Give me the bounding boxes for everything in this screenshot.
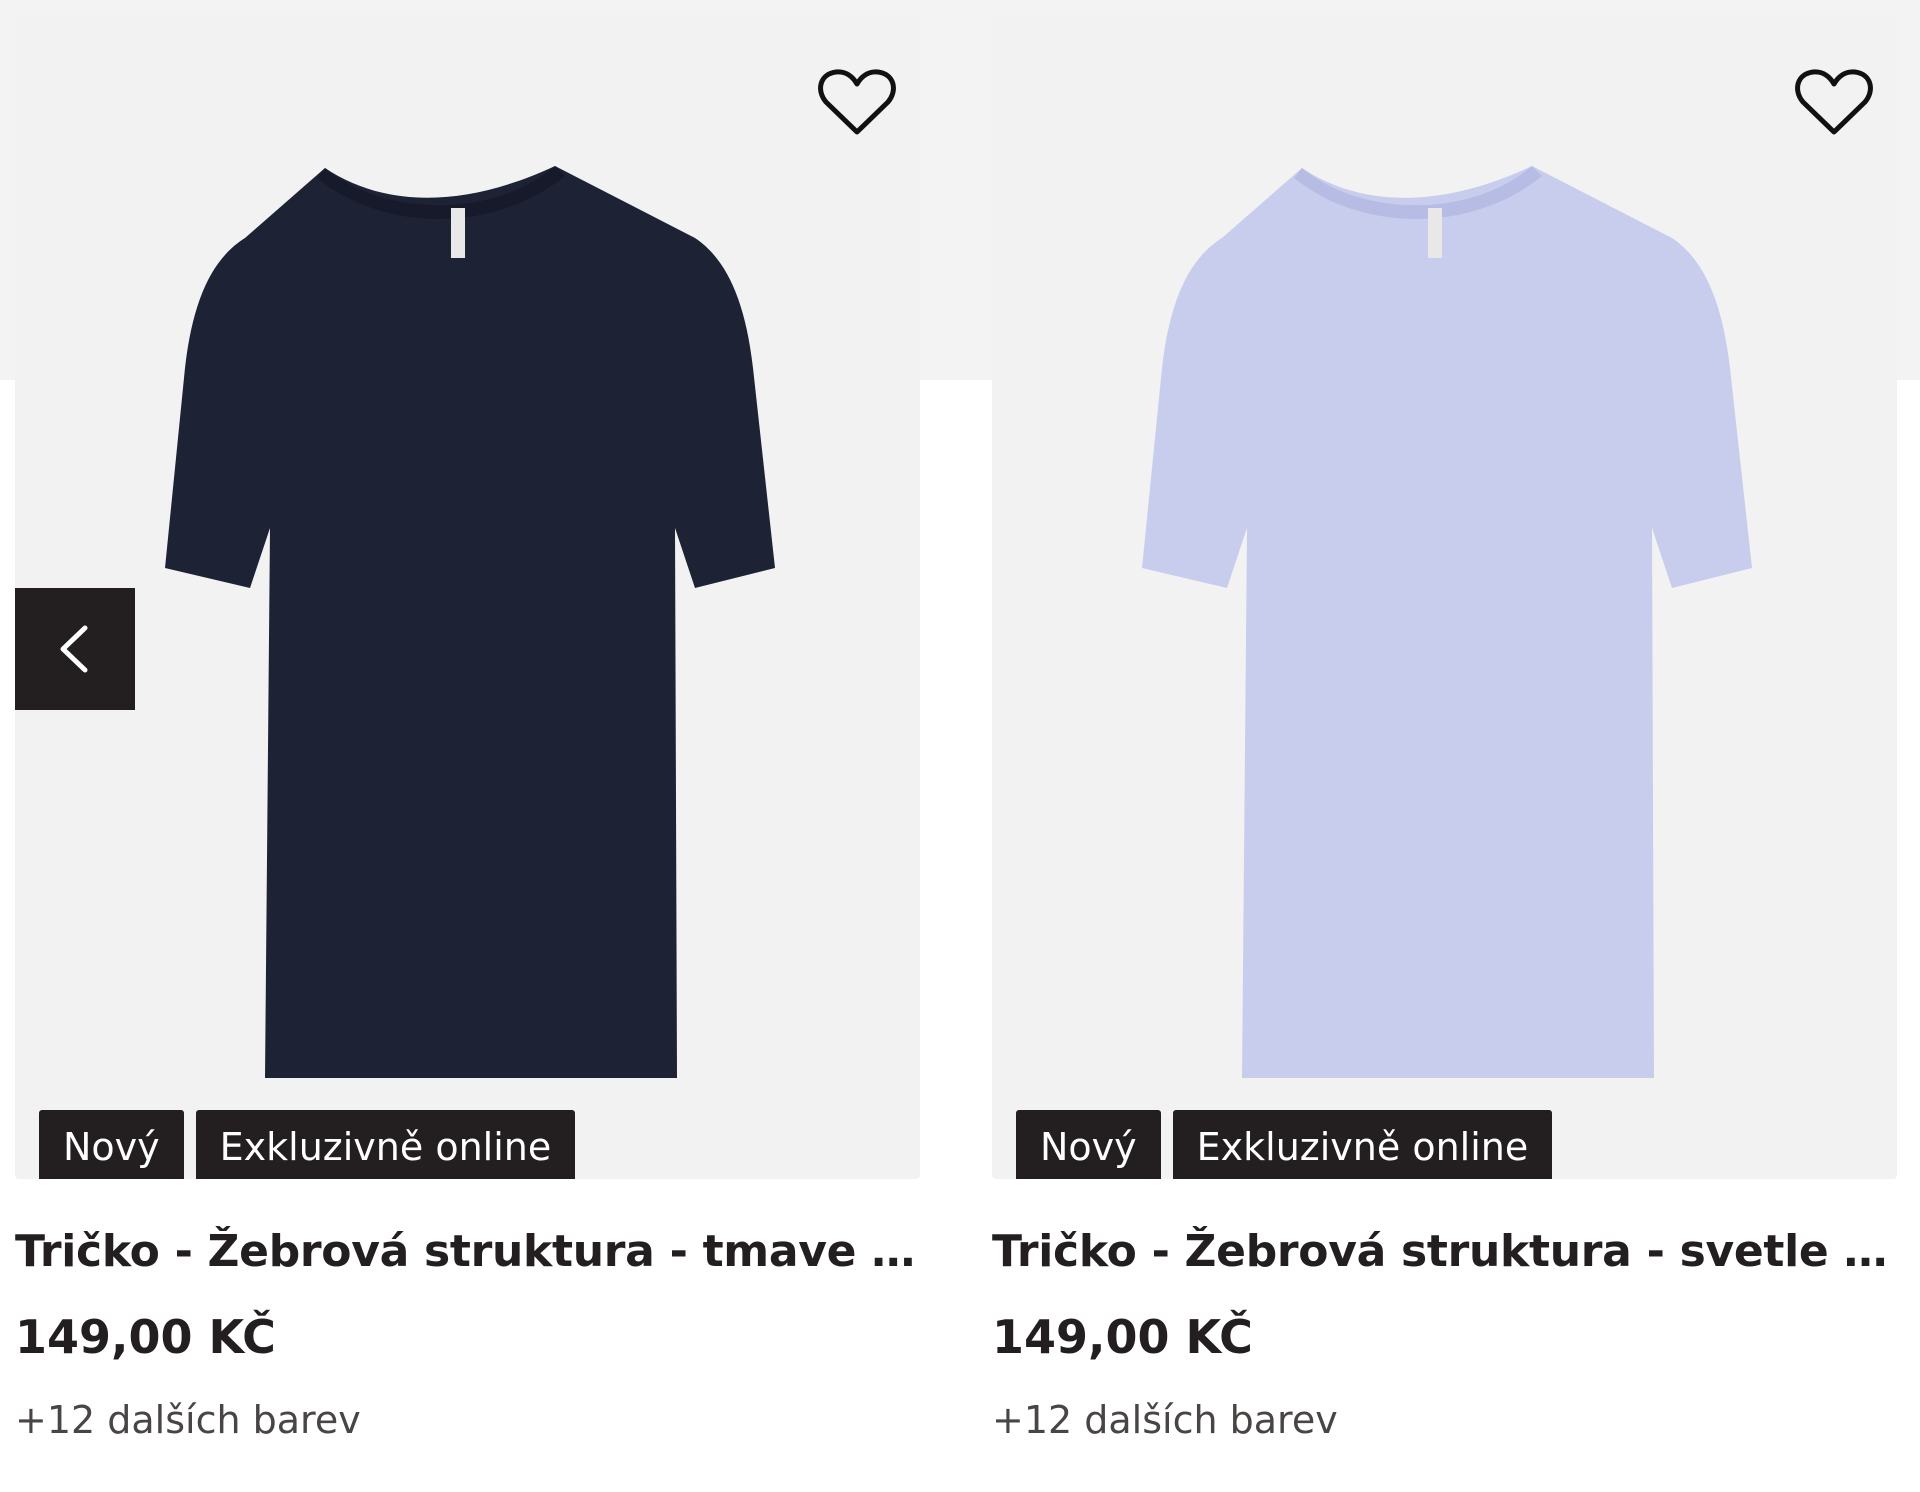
badge-online-exclusive: Exkluzivně online (195, 1110, 576, 1179)
more-colors-link[interactable]: +12 dalších barev (992, 1398, 1338, 1442)
product-title[interactable]: Tričko - Žebrová struktura - tmave mo... (15, 1226, 920, 1277)
more-colors-link[interactable]: +12 dalších barev (15, 1398, 361, 1442)
wishlist-heart-icon[interactable] (818, 68, 896, 138)
badge-new: Nový (39, 1110, 184, 1179)
tshirt-image (1142, 166, 1752, 1078)
carousel-prev-button[interactable] (15, 588, 135, 710)
product-price: 149,00 KČ (15, 1310, 276, 1364)
chevron-left-icon (60, 625, 88, 673)
wishlist-heart-icon[interactable] (1795, 68, 1873, 138)
badge-online-exclusive: Exkluzivně online (1172, 1110, 1553, 1179)
product-price: 149,00 KČ (992, 1310, 1253, 1364)
product-card[interactable]: Nový Exkluzivně online Tričko - Žebrová … (992, 0, 1897, 1492)
badge-new: Nový (1016, 1110, 1161, 1179)
product-title[interactable]: Tričko - Žebrová struktura - svetle mo..… (992, 1226, 1897, 1277)
product-image[interactable]: Nový Exkluzivně online (992, 18, 1897, 1179)
badge-group: Nový Exkluzivně online (39, 1110, 576, 1179)
product-card[interactable]: Nový Exkluzivně online Tričko - Žebrová … (15, 0, 920, 1492)
tshirt-image (165, 166, 775, 1078)
product-image[interactable]: Nový Exkluzivně online (15, 18, 920, 1179)
badge-group: Nový Exkluzivně online (1016, 1110, 1553, 1179)
